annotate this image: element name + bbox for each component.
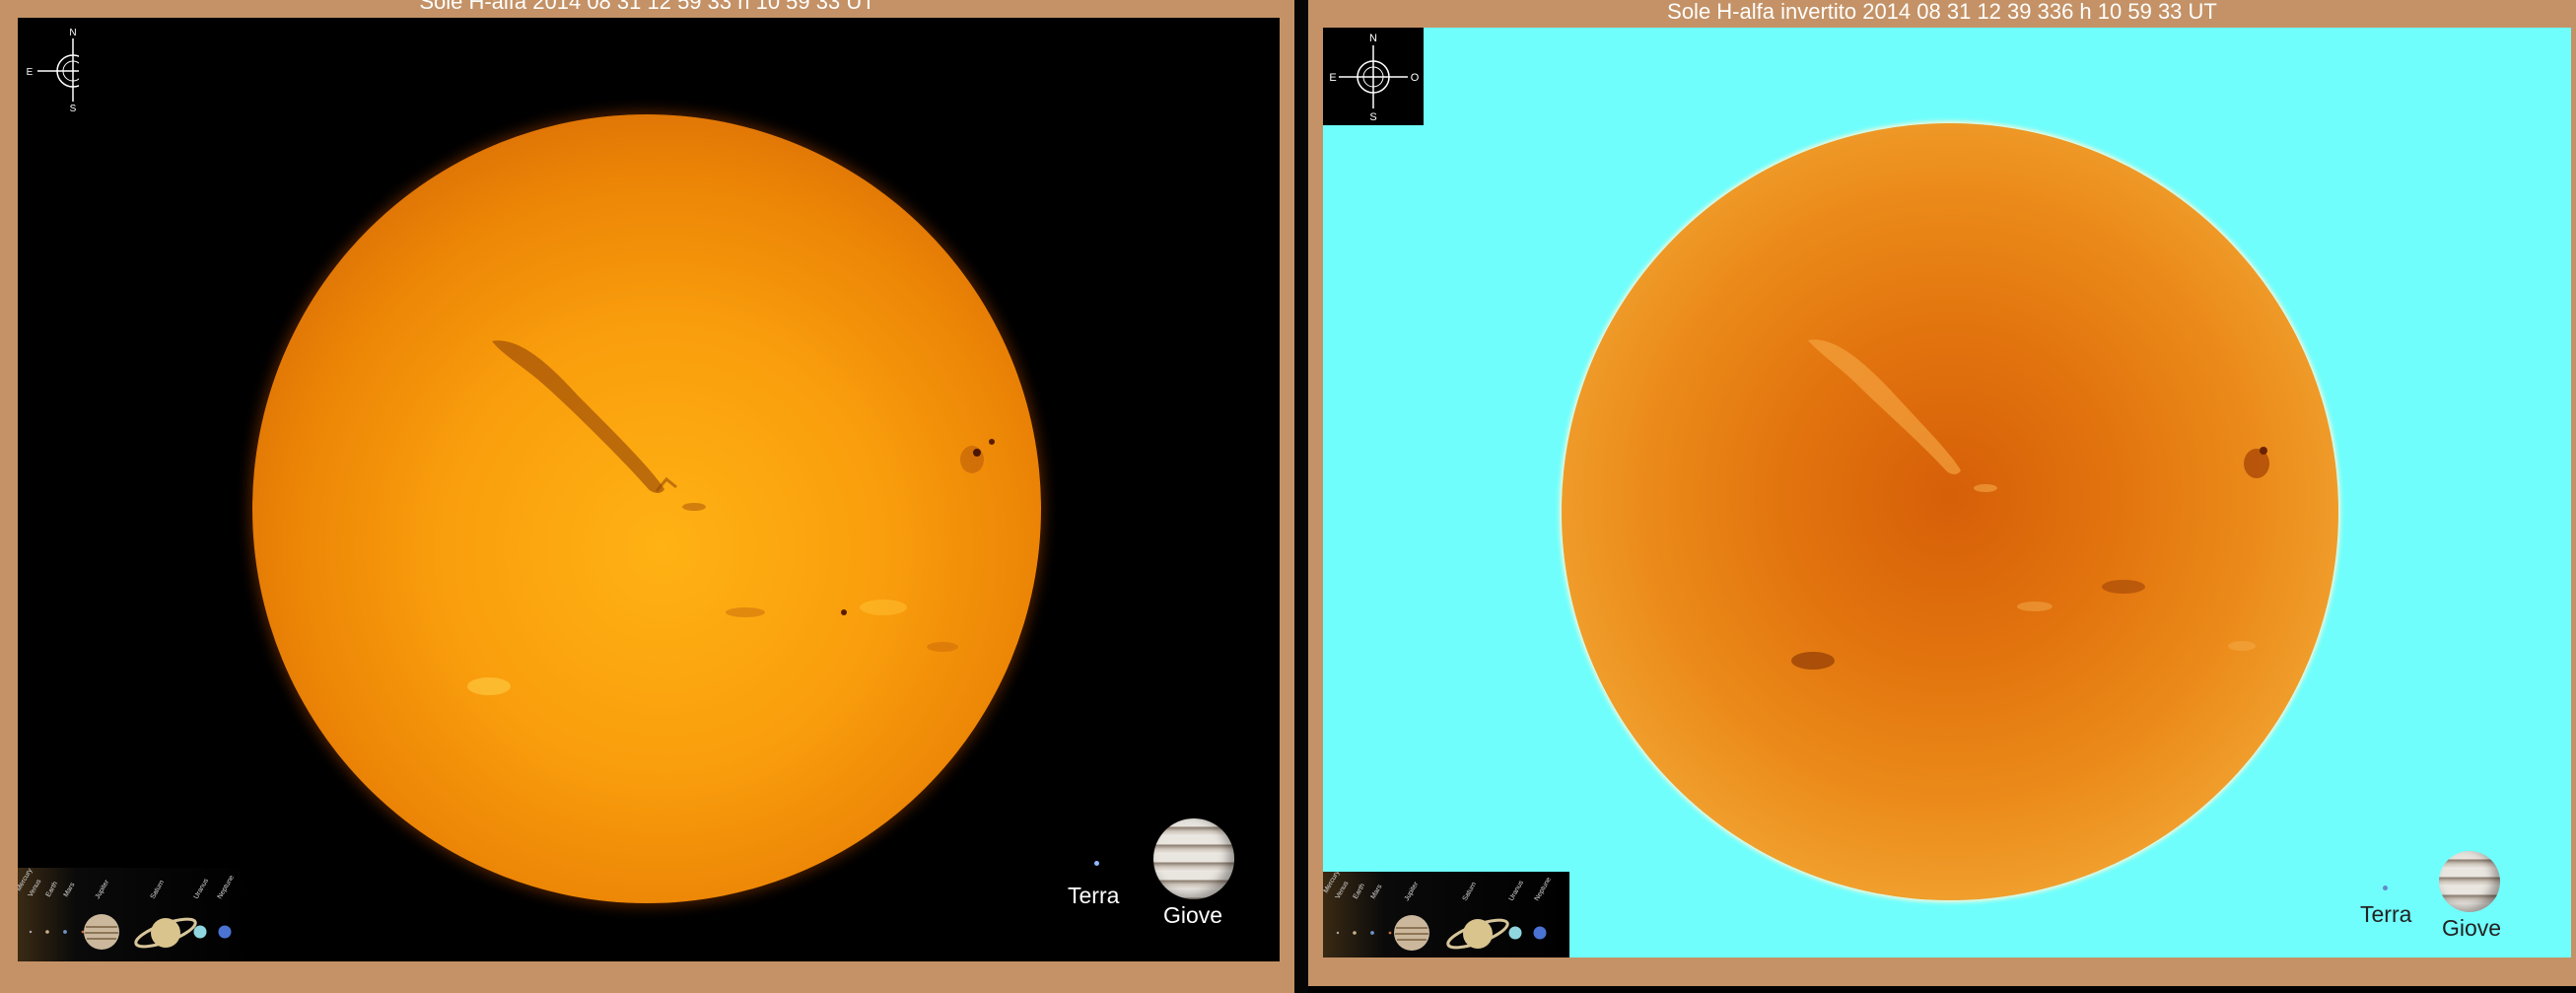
planet-strip-earth: Earth [1353, 883, 1366, 900]
compass-south-label: S [70, 104, 77, 112]
jupiter-scale-image [1153, 818, 1234, 899]
compass-south-label: S [1369, 111, 1376, 123]
planet-size-comparison-strip: Mercury Venus Earth Mars Jupiter Saturn … [18, 867, 252, 961]
left-image-frame: N E O S [18, 18, 1280, 961]
planet-strip-jupiter: Jupiter [1404, 881, 1421, 902]
left-panel-title: Sole H-alfa 2014 08 31 12 59 33 h 10 59 … [419, 0, 875, 14]
planet-size-comparison-strip: Mercury Venus Earth Mars Jupiter Saturn … [1323, 869, 1569, 958]
planet-strip-mars: Mars [63, 882, 77, 898]
planet-strip-mars: Mars [1370, 884, 1384, 900]
panel-divider [1294, 0, 1308, 993]
earth-label: Terra [1068, 883, 1120, 908]
planet-strip-venus: Venus [1335, 880, 1351, 900]
compass-north-label: N [69, 28, 76, 38]
right-image-panel: Sole H-alfa invertito 2014 08 31 12 39 3… [1308, 0, 2576, 986]
planet-strip-neptune: Neptune [1534, 876, 1553, 902]
compass-north-label: N [1369, 33, 1377, 44]
right-panel-title: Sole H-alfa invertito 2014 08 31 12 39 3… [1667, 0, 2217, 24]
compass-east-label: E [27, 67, 34, 78]
right-image-frame: N E O S Mercury Venus Earth Mars Jupiter… [1323, 28, 2571, 958]
planet-strip-uranus: Uranus [193, 878, 211, 900]
jupiter-label: Giove [1163, 902, 1223, 928]
planet-strip-saturn: Saturn [150, 880, 166, 900]
planet-strip-earth: Earth [45, 881, 59, 898]
left-image-panel: Sole H-alfa 2014 08 31 12 59 33 h 10 59 … [0, 0, 1294, 993]
earth-scale-dot [2383, 886, 2388, 890]
planet-strip-jupiter: Jupiter [95, 879, 111, 900]
planet-strip-neptune: Neptune [217, 874, 236, 900]
sun-halpha-disk [252, 114, 1041, 903]
jupiter-scale-image [2439, 851, 2500, 912]
planet-strip-venus: Venus [28, 878, 43, 898]
sun-halpha-inverted-disk [1562, 123, 2338, 900]
compass-rose-icon: N E O S [24, 24, 120, 114]
compass-rose-icon: N E O S [1323, 28, 1424, 125]
jupiter-label: Giove [2442, 915, 2502, 941]
planet-strip-uranus: Uranus [1508, 880, 1526, 902]
planet-strip-saturn: Saturn [1462, 882, 1478, 902]
compass-east-label: E [1329, 72, 1336, 84]
compass-west-label: O [1411, 72, 1420, 84]
earth-label: Terra [2360, 901, 2412, 927]
earth-scale-dot [1094, 861, 1099, 866]
